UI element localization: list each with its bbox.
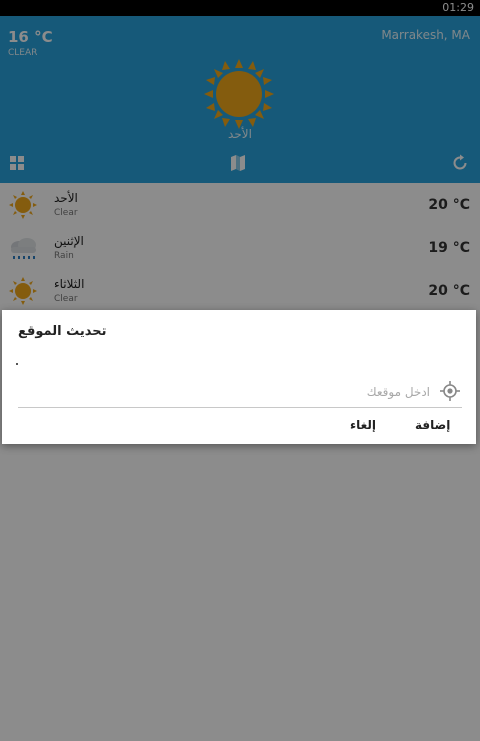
location-target-icon[interactable]: [439, 380, 461, 402]
dialog-dot: [16, 363, 18, 365]
location-input[interactable]: [18, 376, 462, 408]
add-button[interactable]: إضافة: [411, 416, 454, 434]
dialog-title: تحديث الموقع: [18, 324, 107, 339]
update-location-dialog: تحديث الموقع إضافة إلغاء: [2, 310, 476, 444]
cancel-button[interactable]: إلغاء: [346, 416, 380, 434]
